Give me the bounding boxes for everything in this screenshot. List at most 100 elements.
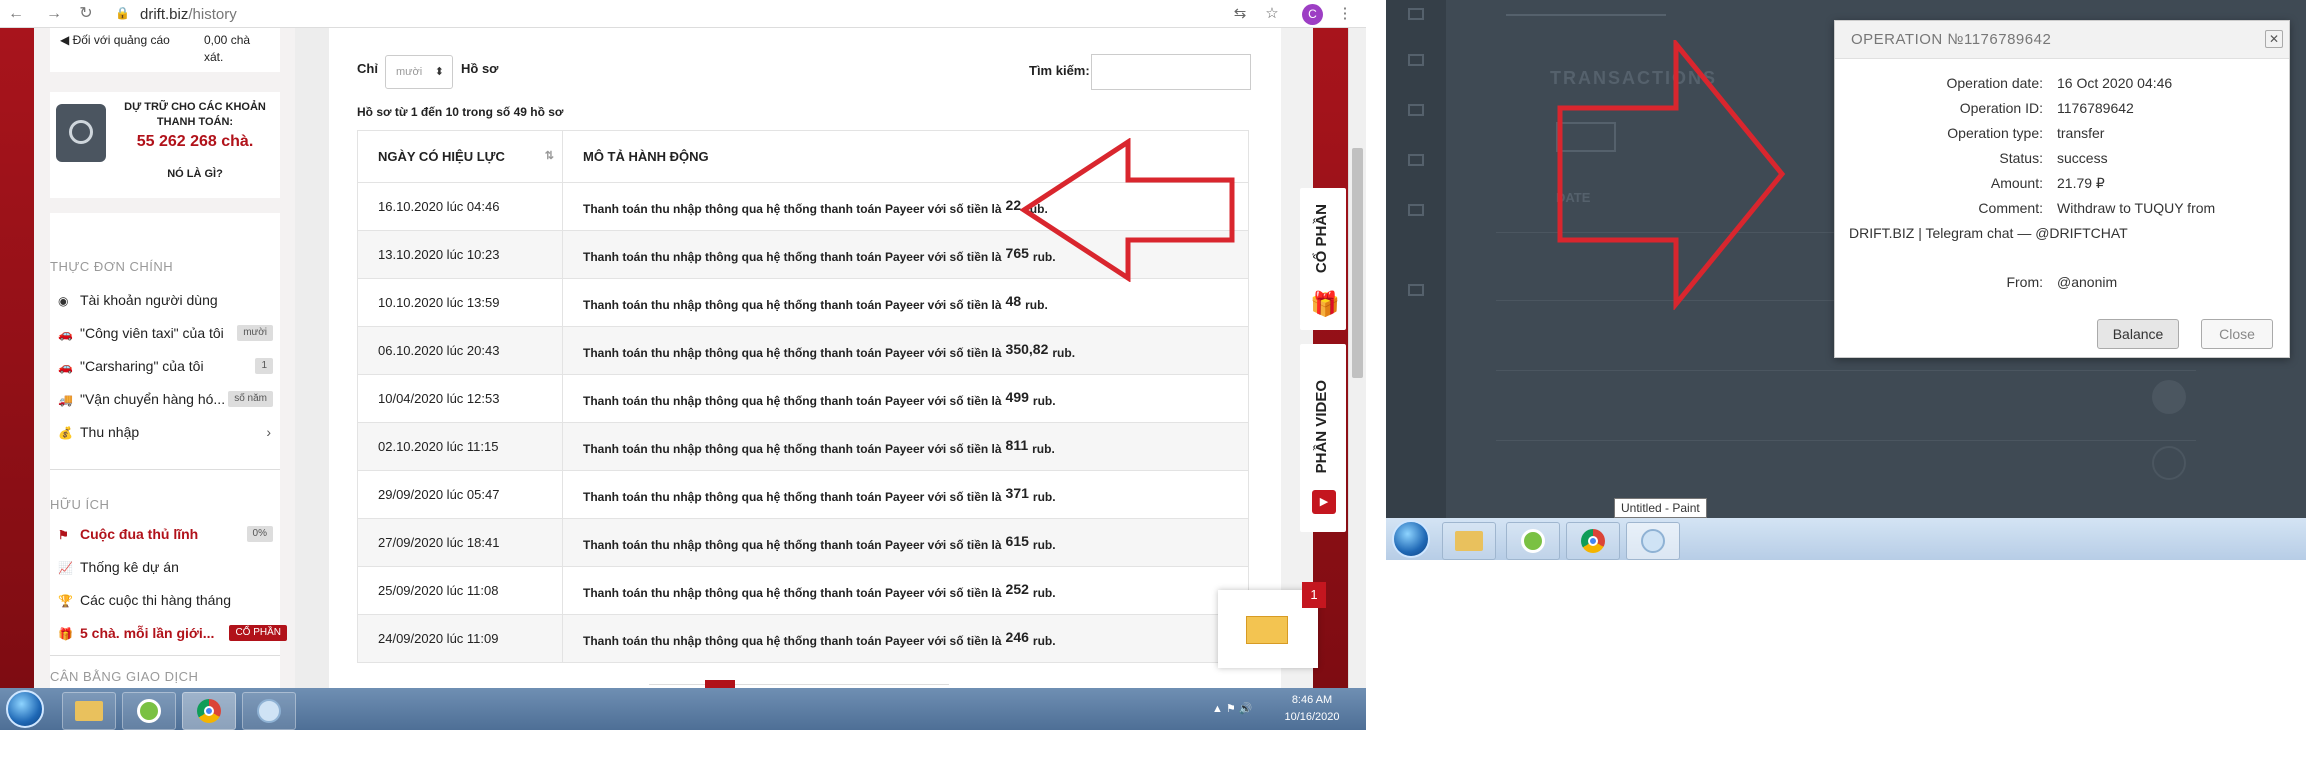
sidebar: ◀ Đối với quảng cáo 0,00 chà xát. DỰ TRỮ… bbox=[34, 28, 295, 688]
select-arrows-icon: ⬍ bbox=[434, 66, 444, 78]
reserve-card: DỰ TRỮ CHO CÁC KHOẢN THANH TOÁN: 55 262 … bbox=[50, 92, 280, 198]
chrome-taskbar-icon[interactable] bbox=[182, 692, 236, 730]
reserve-info-link[interactable]: NÓ LÀ GÌ? bbox=[120, 168, 270, 180]
row-description: Thanh toán thu nhập thông qua hệ thống t… bbox=[562, 518, 1249, 567]
menu-badge: mười bbox=[237, 325, 273, 341]
chrome-taskbar-icon[interactable] bbox=[1566, 522, 1620, 560]
bg-icon bbox=[2152, 380, 2186, 414]
page-scrollbar[interactable] bbox=[1348, 28, 1366, 688]
menu-item-carsharing[interactable]: 🚗 "Carsharing" của tôi 1 bbox=[58, 355, 273, 377]
row-description-text: Thanh toán thu nhập thông qua hệ thống t… bbox=[583, 250, 1002, 264]
explorer-taskbar-icon[interactable] bbox=[1442, 522, 1496, 560]
tray-icons[interactable]: ▲ ⚑ 🔊 bbox=[1212, 702, 1253, 715]
gift-icon: 🎁 bbox=[58, 627, 73, 641]
table-row: 24/09/2020 lúc 11:09 Thanh toán thu nhập … bbox=[357, 614, 1249, 663]
paint-taskbar-icon[interactable] bbox=[242, 692, 296, 730]
explorer-taskbar-icon[interactable] bbox=[62, 692, 116, 730]
scrollbar-thumb[interactable] bbox=[1352, 148, 1363, 378]
megaphone-icon: ◀ bbox=[60, 33, 73, 47]
row-currency: rub. bbox=[1032, 586, 1056, 600]
row-currency: rub. bbox=[1052, 346, 1076, 360]
row-description-text: Thanh toán thu nhập thông qua hệ thống t… bbox=[583, 202, 1002, 216]
records-summary: Hồ sơ từ 1 đến 10 trong số 49 hồ sơ bbox=[357, 105, 564, 119]
envelope-icon bbox=[1246, 616, 1288, 644]
star-icon[interactable]: ☆ bbox=[1262, 4, 1282, 24]
row-currency: rub. bbox=[1025, 298, 1048, 312]
forward-icon[interactable]: → bbox=[44, 4, 64, 24]
row-date: 02.10.2020 lúc 11:15 bbox=[357, 422, 563, 471]
menu-item-income[interactable]: 💰 Thu nhập › bbox=[58, 421, 273, 443]
row-amount: 499 bbox=[1005, 389, 1029, 405]
windows-taskbar: ▲ ⚑ 🔊 8:46 AM 10/16/2020 bbox=[0, 688, 1366, 730]
useful-menu: ⚑ Cuộc đua thủ lĩnh 0% 📈 Thống kê dự án 🏆 Cá… bbox=[58, 523, 287, 644]
search-input[interactable] bbox=[1091, 54, 1251, 90]
arrow-left-annotation bbox=[1020, 138, 1235, 282]
start-button[interactable] bbox=[1392, 520, 1430, 558]
pagination-active-page[interactable] bbox=[705, 680, 735, 688]
row-date: 10.10.2020 lúc 13:59 bbox=[357, 278, 563, 327]
taskbar-tooltip: Untitled - Paint bbox=[1614, 498, 1707, 518]
menu-item-taxi-park[interactable]: 🚗 "Công viên taxi" của tôi mười bbox=[58, 322, 273, 344]
address-bar[interactable]: drift.biz/history bbox=[140, 6, 237, 23]
balance-button[interactable]: Balance bbox=[2097, 319, 2179, 349]
menu-badge: CỔ PHẦN bbox=[229, 625, 287, 641]
ad-balance-label: ◀ Đối với quảng cáo bbox=[60, 33, 170, 47]
car-icon: 🚗 bbox=[58, 360, 73, 374]
trophy-icon: 🏆 bbox=[58, 594, 73, 608]
flag-icon: ⚑ bbox=[58, 528, 69, 542]
row-description: Thanh toán thu nhập thông qua hệ thống t… bbox=[562, 326, 1249, 375]
row-date: 10/04/2020 lúc 12:53 bbox=[357, 374, 563, 423]
menu-badge: 1 bbox=[255, 358, 273, 374]
row-date: 24/09/2020 lúc 11:09 bbox=[357, 614, 563, 663]
menu-card: THỰC ĐƠN CHÍNH ◉ Tài khoản người dùng 🚗 "C… bbox=[50, 213, 287, 688]
menu-item-leader-race[interactable]: ⚑ Cuộc đua thủ lĩnh 0% bbox=[58, 523, 273, 545]
row-description-text: Thanh toán thu nhập thông qua hệ thống t… bbox=[583, 298, 1002, 312]
lock-icon[interactable]: 🔒 bbox=[115, 6, 130, 20]
menu-item-monthly-contests[interactable]: 🏆 Các cuộc thi hàng tháng bbox=[58, 589, 273, 611]
row-currency: rub. bbox=[1032, 394, 1056, 408]
row-description-text: Thanh toán thu nhập thông qua hệ thống t… bbox=[583, 538, 1002, 552]
row-description-text: Thanh toán thu nhập thông qua hệ thống t… bbox=[583, 442, 1002, 456]
app-taskbar-icon[interactable] bbox=[1506, 522, 1560, 560]
menu-dots-icon[interactable]: ⋮ bbox=[1335, 4, 1355, 24]
clock-date: 10/16/2020 bbox=[1284, 711, 1340, 723]
translate-icon[interactable]: ⇆ bbox=[1230, 4, 1250, 24]
ad-balance-card: ◀ Đối với quảng cáo 0,00 chà xát. bbox=[50, 28, 280, 72]
menu-badge: số năm bbox=[228, 391, 273, 407]
menu-item-project-stats[interactable]: 📈 Thống kê dự án bbox=[58, 556, 273, 578]
close-button[interactable]: Close bbox=[2201, 319, 2273, 349]
row-description: Thanh toán thu nhập thông qua hệ thống t… bbox=[562, 278, 1249, 327]
table-row: 27/09/2020 lúc 18:41 Thanh toán thu nhập … bbox=[357, 518, 1249, 567]
share-tab[interactable]: CỔ PHẦN 🎁 bbox=[1300, 188, 1346, 330]
history-panel: Chỉ mười ⬍ Hồ sơ Tìm kiếm: Hồ sơ từ 1 đến… bbox=[329, 28, 1281, 688]
menu-item-user-account[interactable]: ◉ Tài khoản người dùng bbox=[58, 289, 273, 311]
tray-clock[interactable]: 8:46 AM 10/16/2020 bbox=[1284, 692, 1340, 726]
browser-toolbar: ← → ↻ 🔒 drift.biz/history ⇆ ☆ C ⋮ bbox=[0, 0, 1366, 28]
paint-taskbar-icon[interactable] bbox=[1626, 522, 1680, 560]
sidebar-gap bbox=[295, 28, 329, 688]
app-taskbar-icon[interactable] bbox=[122, 692, 176, 730]
row-description-text: Thanh toán thu nhập thông qua hệ thống t… bbox=[583, 490, 1002, 504]
avatar[interactable]: C bbox=[1302, 4, 1323, 25]
menu-item-referral-bonus[interactable]: 🎁 5 chà. mỗi lần giới... CỔ PHẦN bbox=[58, 622, 287, 644]
page-size-select[interactable]: mười ⬍ bbox=[385, 55, 453, 89]
column-effective-date[interactable]: NGÀY CÓ HIỆU LỰC ⇅ bbox=[357, 130, 563, 183]
play-icon: ▶ bbox=[1312, 490, 1336, 514]
video-tab[interactable]: PHẦN VIDEO ▶ bbox=[1300, 344, 1346, 532]
table-row: 02.10.2020 lúc 11:15 Thanh toán thu nhập … bbox=[357, 422, 1249, 471]
table-row: 10.10.2020 lúc 13:59 Thanh toán thu nhập … bbox=[357, 278, 1249, 327]
show-label: Chỉ bbox=[357, 61, 378, 76]
reload-icon[interactable]: ↻ bbox=[76, 4, 96, 24]
divider bbox=[50, 655, 280, 656]
row-amount: 811 bbox=[1005, 437, 1029, 453]
table-row: 06.10.2020 lúc 20:43 Thanh toán thu nhập … bbox=[357, 326, 1249, 375]
bg-divider bbox=[1506, 14, 1666, 16]
clock-time: 8:46 AM bbox=[1291, 694, 1333, 706]
menu-item-freight[interactable]: 🚚 "Vận chuyển hàng hó... số năm bbox=[58, 388, 273, 410]
back-icon[interactable]: ← bbox=[6, 4, 26, 24]
useful-title: HỮU ÍCH bbox=[50, 497, 110, 512]
start-button[interactable] bbox=[6, 690, 44, 728]
row-description: Thanh toán thu nhập thông qua hệ thống t… bbox=[562, 422, 1249, 471]
sort-icon[interactable]: ⇅ bbox=[545, 149, 554, 162]
bg-sidebar bbox=[1386, 0, 1446, 520]
